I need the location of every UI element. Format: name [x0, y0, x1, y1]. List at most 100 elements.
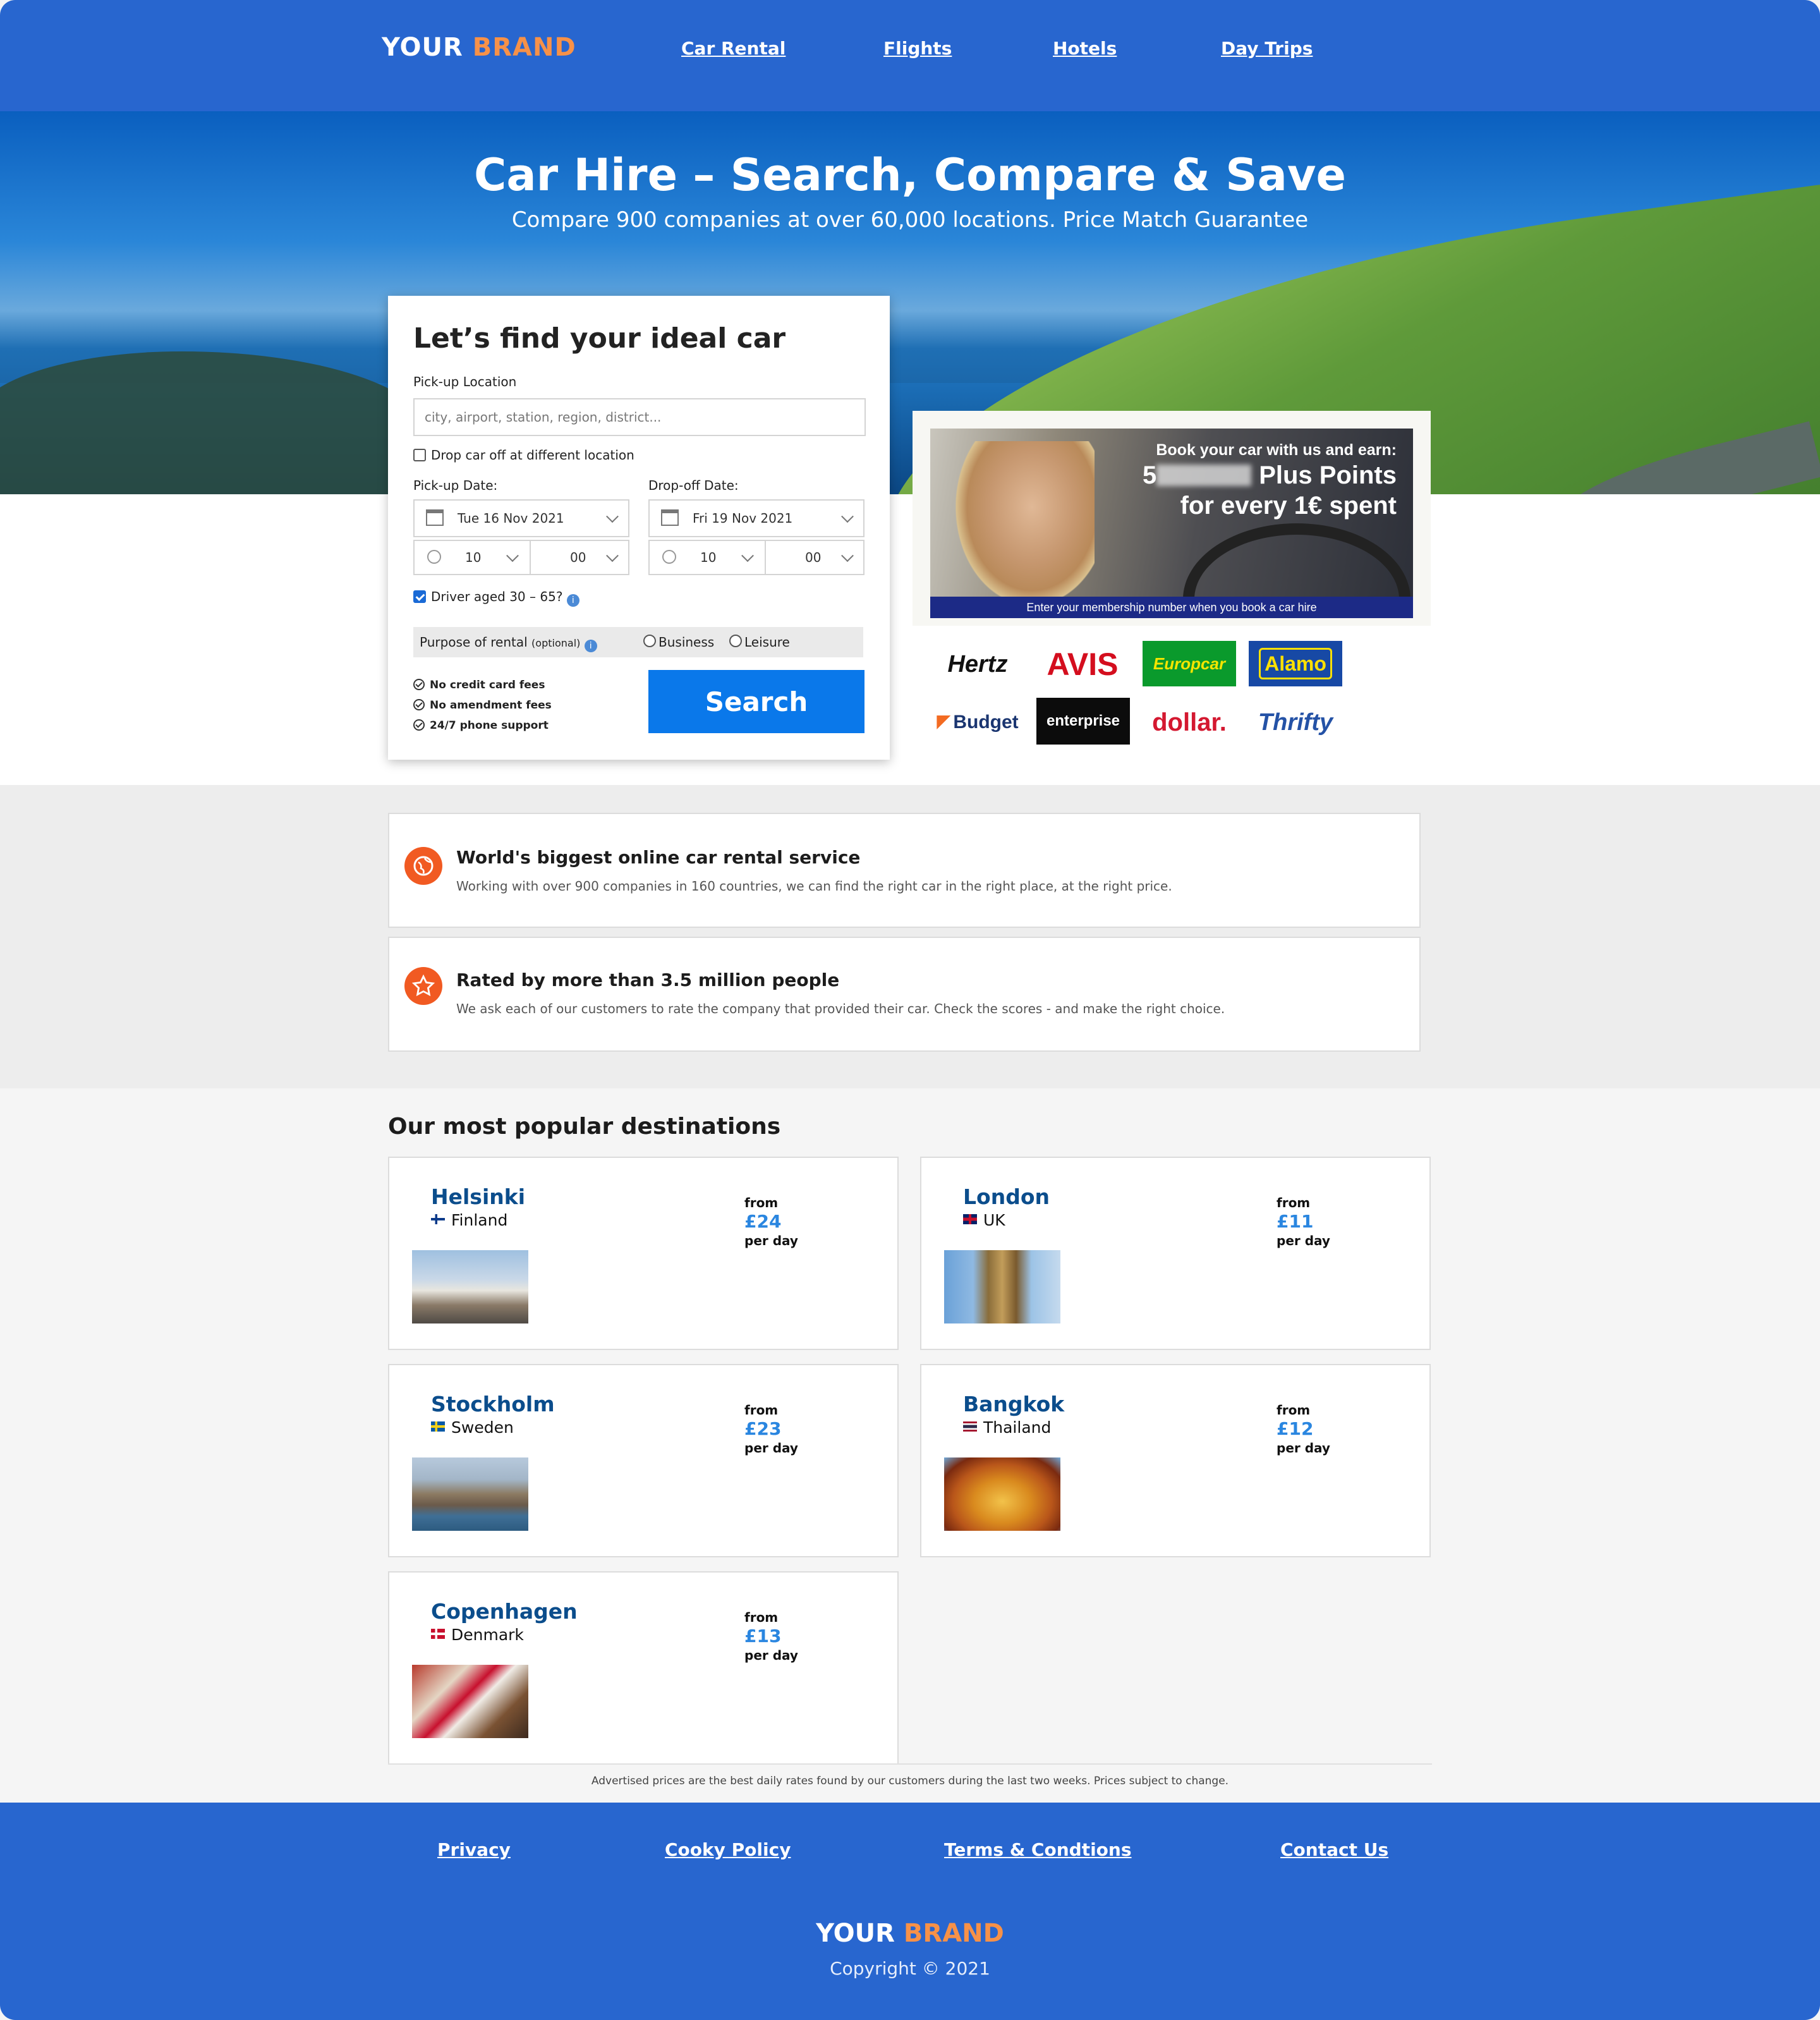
dropoff-date-select[interactable]: Fri 19 Nov 2021 — [648, 499, 864, 537]
destination-card-copenhagen[interactable]: Copenhagen Denmark from £13 per day — [388, 1571, 899, 1765]
dropoff-date-value: Fri 19 Nov 2021 — [693, 511, 793, 526]
dropoff-different-checkbox[interactable] — [413, 449, 426, 461]
price-value: £23 — [744, 1418, 782, 1439]
price-value: £24 — [744, 1211, 782, 1232]
alamo-logo: Alamo — [1249, 641, 1342, 686]
promo-membership-bar: Enter your membership number when you bo… — [930, 597, 1413, 618]
destination-country: Denmark — [431, 1626, 524, 1644]
helsinki-image — [412, 1250, 528, 1323]
destination-country: Finland — [431, 1211, 507, 1229]
footer-privacy-link[interactable]: Privacy — [437, 1839, 511, 1860]
dropoff-time-group: 10 00 — [648, 540, 864, 575]
destination-city[interactable]: Copenhagen — [431, 1599, 578, 1624]
destination-country-name: UK — [983, 1211, 1005, 1229]
loyalty-promo-banner[interactable]: Book your car with us and earn: 5 Plus Po… — [930, 429, 1413, 618]
benefit-text: No credit card fees — [430, 679, 545, 691]
pickup-location-input[interactable]: city, airport, station, region, district… — [413, 398, 866, 436]
price-per-label: per day — [744, 1440, 798, 1456]
destination-city[interactable]: London — [963, 1184, 1050, 1209]
search-heading: Let’s find your ideal car — [413, 322, 786, 355]
footer-terms-link[interactable]: Terms & Condtions — [944, 1839, 1132, 1860]
price-per-label: per day — [744, 1648, 798, 1663]
purpose-business-radio[interactable] — [643, 635, 656, 647]
dropoff-different-label: Drop car off at different location — [431, 447, 634, 463]
driver-age-text: Driver aged 30 – 65? — [431, 589, 563, 604]
alamo-logo-text: Alamo — [1259, 648, 1332, 679]
destination-card-stockholm[interactable]: Stockholm Sweden from £23 per day — [388, 1364, 899, 1557]
destination-country-name: Thailand — [983, 1418, 1052, 1437]
price-from-label: from — [744, 1195, 779, 1210]
search-form-card: Let’s find your ideal car Pick-up Locati… — [388, 296, 890, 760]
nav-flights[interactable]: Flights — [883, 38, 952, 59]
london-image — [944, 1250, 1060, 1323]
pickup-hour-select[interactable]: 10 — [415, 541, 528, 574]
chevron-down-icon — [841, 510, 854, 523]
feature-card: Rated by more than 3.5 million people We… — [388, 937, 1421, 1052]
hero-headland — [0, 351, 430, 494]
driver-age-checkbox[interactable] — [413, 590, 426, 603]
thrifty-logo: Thrifty — [1258, 709, 1333, 736]
pickup-minute-select[interactable]: 00 — [531, 541, 628, 574]
dropoff-hour-select[interactable]: 10 — [650, 541, 763, 574]
denmark-flag-icon — [431, 1629, 445, 1639]
benefit-item: No amendment fees — [413, 699, 552, 712]
finland-flag-icon — [431, 1214, 445, 1224]
hero-banner: Car Hire – Search, Compare & Save Compar… — [0, 111, 1820, 494]
destination-card-bangkok[interactable]: Bangkok Thailand from £12 per day — [920, 1364, 1431, 1557]
price-value: £12 — [1277, 1418, 1314, 1439]
chevron-down-icon — [506, 549, 519, 563]
destinations-heading: Our most popular destinations — [388, 1114, 781, 1140]
nav-car-rental[interactable]: Car Rental — [681, 38, 786, 59]
enterprise-logo-text: enterprise — [1046, 712, 1120, 729]
dropoff-minute-select[interactable]: 00 — [766, 541, 863, 574]
purpose-row: Purpose of rental (optional) i Business … — [413, 627, 863, 657]
sweden-flag-icon — [431, 1421, 445, 1432]
search-button[interactable]: Search — [648, 670, 864, 733]
redacted-brand — [1156, 465, 1252, 486]
purpose-leisure-radio[interactable] — [729, 635, 742, 647]
destination-city[interactable]: Stockholm — [431, 1392, 555, 1416]
footer-contact-link[interactable]: Contact Us — [1280, 1839, 1388, 1860]
pickup-minute-value: 00 — [570, 550, 586, 565]
site-footer: Privacy Cooky Policy Terms & Condtions C… — [0, 1803, 1820, 2020]
price-value: £11 — [1277, 1211, 1314, 1232]
price-from-label: from — [744, 1402, 779, 1418]
price-from-label: from — [1277, 1195, 1311, 1210]
enterprise-logo: enterprise — [1036, 698, 1130, 745]
benefit-text: No amendment fees — [430, 699, 552, 712]
pickup-time-group: 10 00 — [413, 540, 629, 575]
nav-day-trips[interactable]: Day Trips — [1221, 38, 1313, 59]
price-per-label: per day — [744, 1233, 798, 1248]
price-block: from £24 per day — [744, 1193, 798, 1250]
driver-age-label: Driver aged 30 – 65? i — [431, 589, 579, 607]
info-icon[interactable]: i — [584, 640, 597, 652]
promo-points-prefix: 5 — [1142, 461, 1157, 489]
top-header: YOUR BRAND Car Rental Flights Hotels Day… — [0, 0, 1820, 111]
destination-card-london[interactable]: London UK from £11 per day — [920, 1157, 1431, 1350]
footer-cookie-policy-link[interactable]: Cooky Policy — [665, 1839, 791, 1860]
price-block: from £12 per day — [1277, 1401, 1330, 1457]
globe-icon — [404, 847, 442, 885]
destination-city[interactable]: Helsinki — [431, 1184, 525, 1209]
promo-line-1: Book your car with us and earn: — [1156, 441, 1397, 459]
destination-card-helsinki[interactable]: Helsinki Finland from £24 per day — [388, 1157, 899, 1350]
pickup-date-value: Tue 16 Nov 2021 — [458, 511, 564, 526]
benefit-item: 24/7 phone support — [413, 719, 549, 732]
nav-hotels[interactable]: Hotels — [1053, 38, 1117, 59]
search-band — [0, 494, 1820, 785]
brand-logo[interactable]: YOUR BRAND — [382, 33, 576, 62]
destination-country: Sweden — [431, 1418, 514, 1437]
chevron-down-icon — [841, 549, 854, 563]
avis-logo: AVIS — [1046, 647, 1119, 682]
pickup-location-label: Pick-up Location — [413, 374, 517, 389]
pickup-date-select[interactable]: Tue 16 Nov 2021 — [413, 499, 629, 537]
footer-brand-main: YOUR — [816, 1919, 895, 1948]
dropoff-date-label: Drop-off Date: — [648, 478, 739, 493]
brand-main: YOUR — [382, 33, 463, 62]
info-icon[interactable]: i — [566, 594, 579, 607]
pickup-date-label: Pick-up Date: — [413, 478, 498, 493]
copenhagen-image — [412, 1665, 528, 1738]
footer-brand[interactable]: YOUR BRAND — [0, 1919, 1820, 1948]
feature-title: Rated by more than 3.5 million people — [456, 970, 840, 990]
destination-city[interactable]: Bangkok — [963, 1392, 1064, 1416]
